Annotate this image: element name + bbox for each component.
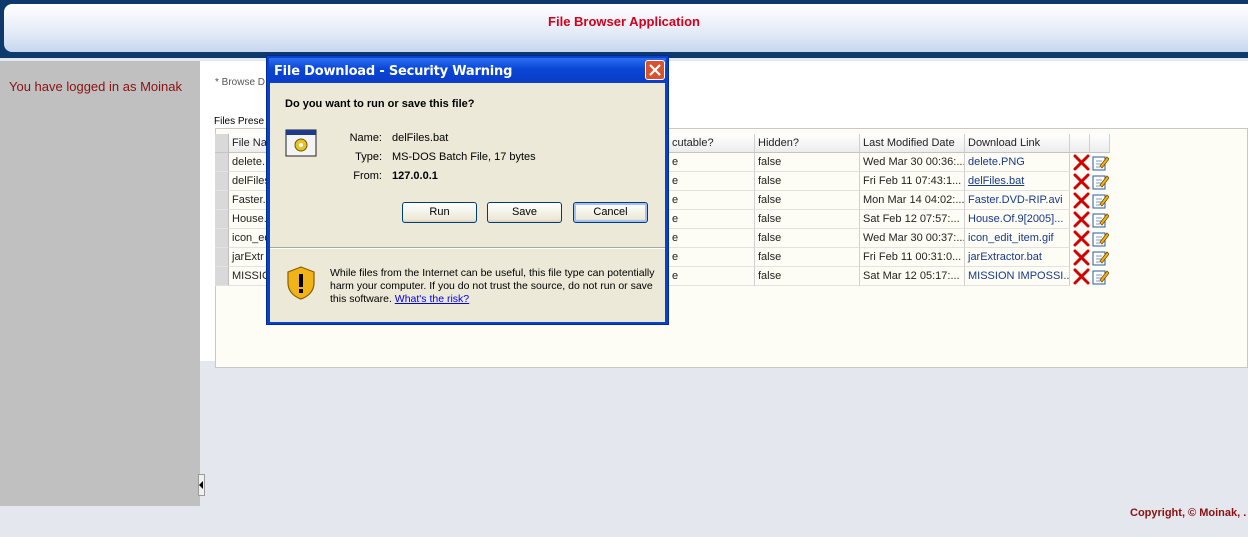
download-link-cell[interactable]: delFiles.bat: [965, 172, 1070, 191]
hidden-cell: false: [755, 229, 860, 248]
edit-pencil-icon[interactable]: [1092, 268, 1109, 285]
sidebar: You have logged in as Moinak: [0, 61, 200, 506]
row-selector[interactable]: [215, 153, 229, 172]
row-actions: [1072, 230, 1110, 248]
row-selector[interactable]: [215, 267, 229, 286]
hidden-cell: false: [755, 267, 860, 286]
executable-cell: e: [669, 191, 755, 210]
row-header-corner: [215, 134, 229, 153]
save-button[interactable]: Save: [487, 202, 562, 223]
type-label: Type:: [355, 151, 382, 163]
row-actions: [1072, 173, 1110, 191]
shield-warning-icon: [287, 266, 315, 300]
name-label: Name:: [349, 132, 382, 144]
from-label: From:: [353, 170, 382, 182]
warning-text: While files from the Internet can be use…: [330, 267, 655, 305]
hidden-cell: false: [755, 191, 860, 210]
hidden-cell: false: [755, 153, 860, 172]
file-download-dialog: File Download - Security Warning Do you …: [266, 55, 669, 325]
executable-cell: e: [669, 248, 755, 267]
delete-x-icon[interactable]: [1073, 230, 1090, 247]
modified-cell: Wed Mar 30 00:36:...: [860, 153, 965, 172]
whats-the-risk-link[interactable]: What's the risk?: [395, 293, 469, 305]
batch-file-icon: [285, 129, 317, 157]
edit-pencil-icon[interactable]: [1092, 192, 1109, 209]
edit-pencil-icon[interactable]: [1092, 230, 1109, 247]
download-link-cell[interactable]: icon_edit_item.gif: [965, 229, 1070, 248]
cancel-button[interactable]: Cancel: [573, 202, 648, 223]
column-header-hidden[interactable]: Hidden?: [755, 134, 860, 153]
download-link-cell[interactable]: jarExtractor.bat: [965, 248, 1070, 267]
download-link-cell[interactable]: MISSION IMPOSSI...: [965, 267, 1070, 286]
name-value: delFiles.bat: [392, 132, 449, 144]
row-selector[interactable]: [215, 191, 229, 210]
delete-x-icon[interactable]: [1073, 192, 1090, 209]
modified-cell: Sat Mar 12 05:17:...: [860, 267, 965, 286]
download-link-cell[interactable]: House.Of.9[2005]...: [965, 210, 1070, 229]
row-actions: [1072, 192, 1110, 210]
hidden-cell: false: [755, 172, 860, 191]
column-header-edit: [1090, 134, 1110, 153]
modified-cell: Fri Feb 11 00:31:0...: [860, 248, 965, 267]
delete-x-icon[interactable]: [1073, 173, 1090, 190]
modified-cell: Wed Mar 30 00:37:...: [860, 229, 965, 248]
from-value: 127.0.0.1: [392, 170, 438, 182]
sidebar-collapse-button[interactable]: [198, 474, 205, 496]
row-actions: [1072, 154, 1110, 172]
column-header-executable[interactable]: cutable?: [669, 134, 755, 153]
run-button[interactable]: Run: [402, 202, 477, 223]
modified-cell: Mon Mar 14 04:02:...: [860, 191, 965, 210]
column-header-last-modified[interactable]: Last Modified Date: [860, 134, 965, 153]
hidden-cell: false: [755, 210, 860, 229]
row-selector[interactable]: [215, 229, 229, 248]
delete-x-icon[interactable]: [1073, 249, 1090, 266]
executable-cell: e: [669, 229, 755, 248]
edit-pencil-icon[interactable]: [1092, 173, 1109, 190]
dialog-body: Do you want to run or save this file? Na…: [270, 83, 665, 322]
collapse-arrow-icon: [199, 481, 203, 489]
executable-cell: e: [669, 172, 755, 191]
files-present-label: Files Prese: [214, 116, 265, 127]
row-actions: [1072, 268, 1110, 286]
dialog-close-button[interactable]: [645, 60, 665, 80]
hidden-cell: false: [755, 248, 860, 267]
row-selector[interactable]: [215, 210, 229, 229]
modified-cell: Fri Feb 11 07:43:1...: [860, 172, 965, 191]
executable-cell: e: [669, 267, 755, 286]
column-header-delete: [1070, 134, 1090, 153]
copyright-footer: Copyright, © Moinak, .: [1130, 507, 1247, 519]
modified-cell: Sat Feb 12 07:57:...: [860, 210, 965, 229]
delete-x-icon[interactable]: [1073, 211, 1090, 228]
warning-message: While files from the Internet can be use…: [330, 267, 660, 306]
column-header-download-link[interactable]: Download Link: [965, 134, 1070, 153]
dialog-titlebar[interactable]: File Download - Security Warning: [269, 58, 666, 82]
login-status: You have logged in as Moinak: [9, 79, 182, 94]
download-link-cell[interactable]: Faster.DVD-RIP.avi: [965, 191, 1070, 210]
type-value: MS-DOS Batch File, 17 bytes: [392, 151, 536, 163]
dialog-separator: [270, 247, 665, 249]
edit-pencil-icon[interactable]: [1092, 154, 1109, 171]
app-title: File Browser Application: [548, 14, 700, 29]
download-link-cell[interactable]: delete.PNG: [965, 153, 1070, 172]
row-selector[interactable]: [215, 248, 229, 267]
delete-x-icon[interactable]: [1073, 268, 1090, 285]
executable-cell: e: [669, 153, 755, 172]
edit-pencil-icon[interactable]: [1092, 249, 1109, 266]
app-header: File Browser Application: [0, 0, 1248, 58]
browse-label: * Browse D: [215, 77, 266, 88]
close-icon: [649, 64, 661, 76]
dialog-question: Do you want to run or save this file?: [285, 98, 475, 110]
edit-pencil-icon[interactable]: [1092, 211, 1109, 228]
dialog-title: File Download - Security Warning: [274, 64, 513, 79]
row-selector[interactable]: [215, 172, 229, 191]
row-actions: [1072, 249, 1110, 267]
delete-x-icon[interactable]: [1073, 154, 1090, 171]
row-actions: [1072, 211, 1110, 229]
executable-cell: e: [669, 210, 755, 229]
